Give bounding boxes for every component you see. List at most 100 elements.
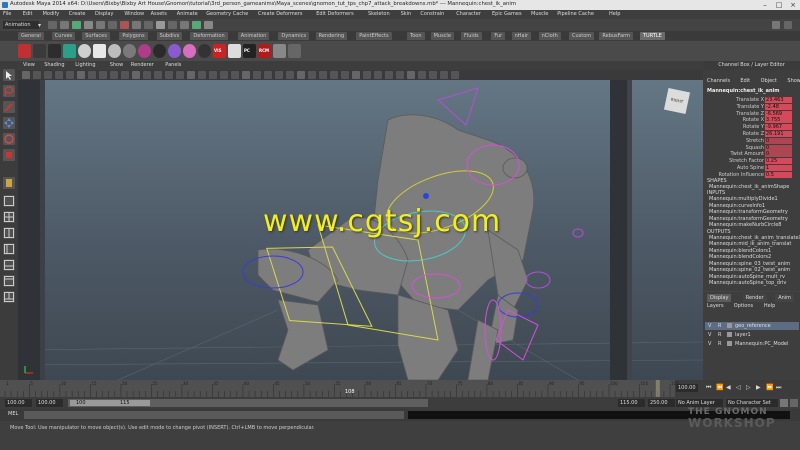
anim-end-field[interactable]: 250.00 [648, 399, 675, 407]
teal-icon[interactable] [63, 44, 76, 58]
layer-row[interactable]: V Rgeo_reference [705, 322, 799, 330]
layer-tab-display[interactable]: Display [707, 294, 732, 302]
viewport-toolbar-icon-16[interactable] [187, 71, 195, 79]
close-button[interactable]: × [786, 0, 800, 10]
mode-dropdown[interactable]: Animation [3, 21, 39, 29]
layer-color-swatch[interactable] [727, 341, 732, 346]
viewport-toolbar-icon-7[interactable] [88, 71, 96, 79]
viewport-toolbar-icon-39[interactable] [440, 71, 448, 79]
viewport-menu-panels[interactable]: Panels [165, 62, 181, 68]
viewport-toolbar-icon-18[interactable] [209, 71, 217, 79]
channel-value-field[interactable]: -2.48 [765, 103, 792, 110]
viewport-toolbar-icon-12[interactable] [143, 71, 151, 79]
viewport-toolbar-icon-23[interactable] [264, 71, 272, 79]
range-bar-handle[interactable]: 100 115 [70, 400, 150, 406]
viewport-toolbar-icon-15[interactable] [176, 71, 184, 79]
viewport-toolbar-icon-38[interactable] [429, 71, 437, 79]
layer-row[interactable]: V Rlayer1 [705, 331, 799, 339]
viewport-toolbar-icon-21[interactable] [242, 71, 250, 79]
menu-muscle[interactable]: Muscle [531, 11, 548, 17]
menu-edit-deformers[interactable]: Edit Deformers [316, 11, 354, 17]
channel-value-field[interactable]: 0.5 [765, 171, 792, 178]
dark-sphere-icon-2[interactable] [198, 44, 211, 58]
shelf-tab-surfaces[interactable]: Surfaces [82, 32, 110, 40]
menu-skin[interactable]: Skin [401, 11, 412, 17]
layout-two-icon[interactable] [3, 227, 15, 239]
viewport-toolbar-icon-19[interactable] [220, 71, 228, 79]
viewport-toolbar-icon-26[interactable] [297, 71, 305, 79]
viewport-menu-shading[interactable]: Shading [44, 62, 64, 68]
range-bar-track[interactable]: 100 115 [68, 399, 428, 407]
layer-menu-help[interactable]: Help [764, 303, 775, 309]
playback-start-field[interactable]: 100.00 [36, 399, 63, 407]
gradient-sphere-icon[interactable] [168, 44, 181, 58]
status-tool-icon-13[interactable] [192, 21, 201, 29]
shelf-tab-nhair[interactable]: nHair [511, 32, 532, 40]
vis-icon[interactable]: VIS [213, 44, 226, 58]
input-node[interactable]: Mannequin:transformGeometry [709, 216, 788, 222]
viewport-toolbar-icon-28[interactable] [319, 71, 327, 79]
cube-icon[interactable] [228, 44, 241, 58]
channel-value-field[interactable]: 0 [765, 144, 792, 151]
shelf-tab-ncloth[interactable]: nCloth [538, 32, 561, 40]
channel-value-field[interactable]: 0.25 [765, 158, 792, 165]
shelf-tab-deformation[interactable]: Deformation [190, 32, 228, 40]
curve-tool-icon[interactable] [33, 44, 46, 58]
viewport-toolbar-icon-34[interactable] [385, 71, 393, 79]
channel-menu-show[interactable]: Show [787, 78, 800, 84]
viewport-toolbar-icon-25[interactable] [286, 71, 294, 79]
input-node[interactable]: Mannequin:curveInfo1 [709, 203, 765, 209]
menu-assets[interactable]: Assets [151, 11, 167, 17]
menu-animate[interactable]: Animate [177, 11, 198, 17]
status-tool-icon-11[interactable] [168, 21, 177, 29]
shelf-tab-rendering[interactable]: Rendering [315, 32, 348, 40]
attribute-editor-icon[interactable] [772, 21, 780, 29]
layout-single-icon[interactable] [3, 195, 15, 207]
viewport-toolbar-icon-1[interactable] [22, 71, 30, 79]
input-node[interactable]: Mannequin:transformGeometry [709, 209, 788, 215]
channel-menu-edit[interactable]: Edit [740, 78, 750, 84]
layer-color-swatch[interactable] [727, 332, 732, 337]
layout-graph-icon[interactable] [3, 259, 15, 271]
viewport-toolbar-icon-32[interactable] [363, 71, 371, 79]
viewport-toolbar-icon-24[interactable] [275, 71, 283, 79]
layer-tab-render[interactable]: Render [742, 294, 767, 302]
output-node[interactable]: Mannequin:spine_03_twist_anim [709, 261, 790, 267]
lasso-tool-icon[interactable] [3, 85, 15, 97]
viewport-toolbar-icon-36[interactable] [407, 71, 415, 79]
pc-icon[interactable]: PC [243, 44, 256, 58]
layout-four-icon[interactable] [3, 211, 15, 223]
anim-layer-dropdown[interactable]: No Anim Layer [676, 399, 723, 407]
time-slider[interactable]: 1 5 10 15 20 25 30 35 40 45 50 55 60 65 70 75 80 85 90 95 10… [0, 380, 800, 397]
shelf-tab-muscle[interactable]: Muscle [430, 32, 454, 40]
viewport-toolbar-icon-10[interactable] [121, 71, 129, 79]
channel-value-field[interactable]: 1 [765, 165, 792, 171]
status-tool-icon-6[interactable] [108, 21, 117, 29]
light-icon[interactable] [93, 44, 106, 58]
shelf-tab-dynamics[interactable]: Dynamics [278, 32, 310, 40]
channel-value-field[interactable]: 26.191 [765, 131, 792, 137]
menu-geometry-cache[interactable]: Geometry Cache [206, 11, 248, 17]
rotate-tool-icon[interactable] [3, 133, 15, 145]
current-time-field[interactable]: 100.00 [676, 384, 698, 392]
layer-playback-toggle[interactable]: R [718, 322, 721, 330]
status-tool-icon-12[interactable] [180, 21, 189, 29]
viewport-toolbar-icon-27[interactable] [308, 71, 316, 79]
pink-sphere-icon[interactable] [183, 44, 196, 58]
channel-menu-object[interactable]: Object [761, 78, 777, 84]
viewport-toolbar-icon-8[interactable] [99, 71, 107, 79]
menu-create-deformers[interactable]: Create Deformers [258, 11, 303, 17]
viewport-toolbar-icon-22[interactable] [253, 71, 261, 79]
input-node[interactable]: Mannequin:multiplyDivide1 [709, 196, 778, 202]
shelf-tab-turtle[interactable]: TURTLE [640, 32, 665, 40]
dynamite-icon[interactable] [18, 44, 31, 58]
layer-tab-anim[interactable]: Anim [775, 294, 795, 302]
viewport-toolbar-icon-29[interactable] [330, 71, 338, 79]
menu-create[interactable]: Create [69, 11, 86, 17]
autokey-button[interactable] [780, 399, 788, 407]
menu-window[interactable]: Window [124, 11, 144, 17]
shelf-tab-custom[interactable]: Custom [569, 32, 595, 40]
shelf-tab-subdivs[interactable]: Subdivs [156, 32, 183, 40]
rcm-icon[interactable]: RCM [258, 44, 271, 58]
layer-menu-options[interactable]: Options [734, 303, 753, 309]
